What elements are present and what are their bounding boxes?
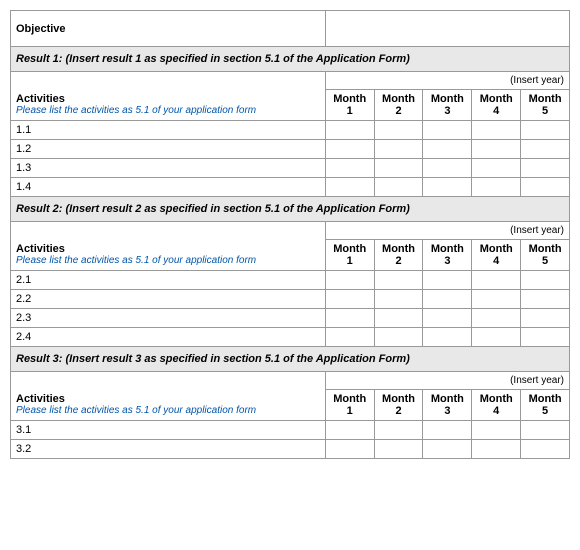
insert-year-row-3: (Insert year): [11, 372, 570, 390]
result-2-row-3: 2.3: [11, 309, 570, 328]
result-2-row-1: 2.1: [11, 271, 570, 290]
month-2-header-3: Month 2: [374, 390, 423, 421]
workplan-table: Objective Result 1: (Insert result 1 as …: [10, 10, 570, 459]
insert-year-row-2: (Insert year): [11, 222, 570, 240]
activities-header-row-2: Activities Please list the activities as…: [11, 240, 570, 271]
insert-year-3: (Insert year): [325, 372, 569, 390]
result-3-row-2: 3.2: [11, 440, 570, 459]
month-4-header-3: Month 4: [472, 390, 521, 421]
month-5-header-3: Month 5: [521, 390, 570, 421]
objective-label: Objective: [11, 11, 326, 47]
row-label-2-3: 2.3: [11, 309, 326, 328]
month-2-header-2: Month 2: [374, 240, 423, 271]
objective-value: [325, 11, 569, 47]
row-label-1-3: 1.3: [11, 159, 326, 178]
activities-sublabel-2: Please list the activities as 5.1 of you…: [16, 255, 320, 266]
activities-sublabel-1: Please list the activities as 5.1 of you…: [16, 105, 320, 116]
month-1-header-2: Month 1: [325, 240, 374, 271]
result-1-label: Result 1: (Insert result 1 as specified …: [11, 47, 570, 72]
month-5-header-2: Month 5: [521, 240, 570, 271]
row-label-1-4: 1.4: [11, 178, 326, 197]
result-1-row: Result 1: (Insert result 1 as specified …: [11, 47, 570, 72]
month-4-header-2: Month 4: [472, 240, 521, 271]
activities-label-3: Activities: [16, 393, 320, 405]
insert-year-2: (Insert year): [325, 222, 569, 240]
month-3-header-3: Month 3: [423, 390, 472, 421]
month-1-header-1: Month 1: [325, 90, 374, 121]
activities-sublabel-3: Please list the activities as 5.1 of you…: [16, 405, 320, 416]
activities-header-row-1: Activities Please list the activities as…: [11, 90, 570, 121]
row-label-2-1: 2.1: [11, 271, 326, 290]
month-5-header-1: Month 5: [521, 90, 570, 121]
month-1-header-3: Month 1: [325, 390, 374, 421]
row-label-3-2: 3.2: [11, 440, 326, 459]
activities-header-row-3: Activities Please list the activities as…: [11, 390, 570, 421]
month-3-header-1: Month 3: [423, 90, 472, 121]
insert-year-1: (Insert year): [325, 72, 569, 90]
result-2-row-4: 2.4: [11, 328, 570, 347]
month-2-header-1: Month 2: [374, 90, 423, 121]
result-3-row: Result 3: (Insert result 3 as specified …: [11, 347, 570, 372]
month-4-header-1: Month 4: [472, 90, 521, 121]
objective-row: Objective: [11, 11, 570, 47]
row-label-2-2: 2.2: [11, 290, 326, 309]
row-label-2-4: 2.4: [11, 328, 326, 347]
insert-year-row-1: (Insert year): [11, 72, 570, 90]
row-label-1-2: 1.2: [11, 140, 326, 159]
result-1-row-2: 1.2: [11, 140, 570, 159]
result-2-row: Result 2: (Insert result 2 as specified …: [11, 197, 570, 222]
result-1-row-4: 1.4: [11, 178, 570, 197]
result-3-row-1: 3.1: [11, 421, 570, 440]
result-2-label: Result 2: (Insert result 2 as specified …: [11, 197, 570, 222]
result-1-row-3: 1.3: [11, 159, 570, 178]
activities-label-1: Activities: [16, 93, 320, 105]
month-3-header-2: Month 3: [423, 240, 472, 271]
activities-label-2: Activities: [16, 243, 320, 255]
result-1-row-1: 1.1: [11, 121, 570, 140]
result-2-row-2: 2.2: [11, 290, 570, 309]
result-3-label: Result 3: (Insert result 3 as specified …: [11, 347, 570, 372]
row-label-3-1: 3.1: [11, 421, 326, 440]
row-label-1-1: 1.1: [11, 121, 326, 140]
